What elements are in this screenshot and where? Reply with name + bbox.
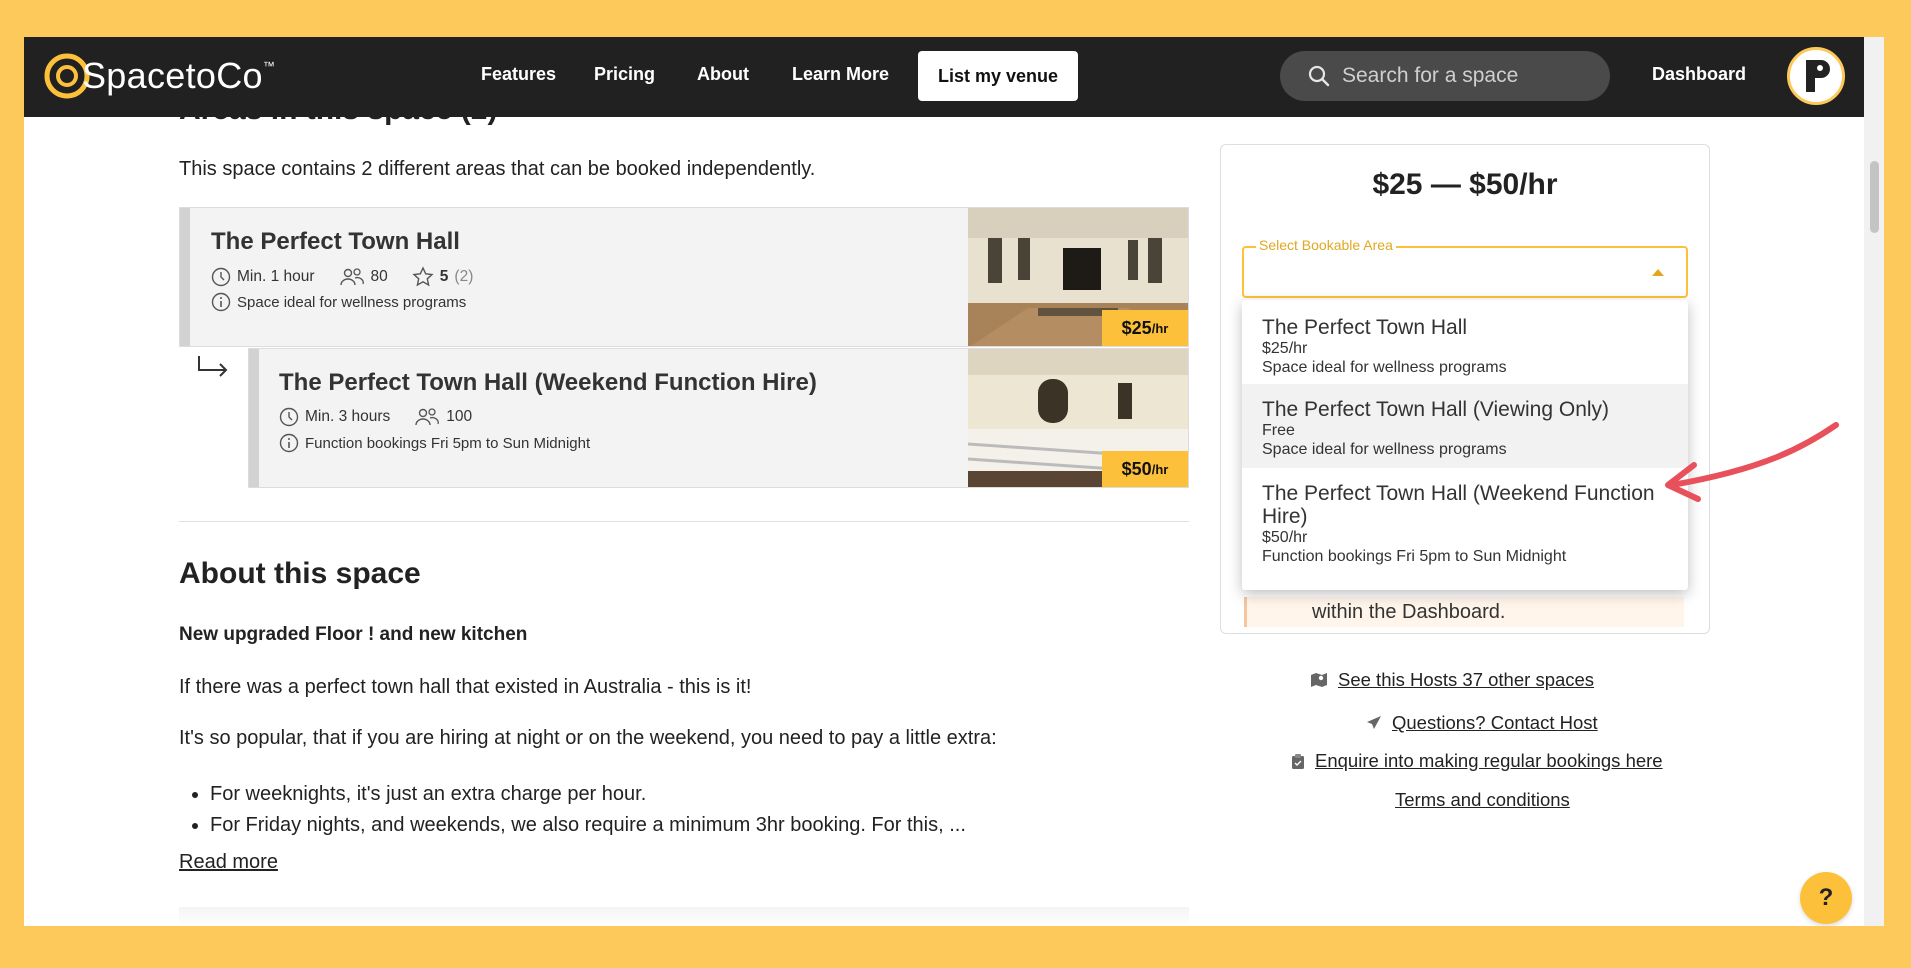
read-more-link[interactable]: Read more [179,851,278,874]
price-tag: $50/hr [1102,451,1188,487]
top-navigation: SpacetoCo™ Features Pricing About Learn … [24,37,1864,117]
dropdown-option-town-hall[interactable]: The Perfect Town Hall $25/hr Space ideal… [1242,300,1688,384]
dropdown-option-viewing-only[interactable]: The Perfect Town Hall (Viewing Only) Fre… [1242,384,1688,468]
option-price: $25/hr [1262,340,1308,357]
section-divider [179,521,1189,522]
people-icon [339,267,365,287]
search-input[interactable] [1342,64,1582,88]
option-description: Function bookings Fri 5pm to Sun Midnigh… [1262,548,1567,565]
sub-area-arrow-icon [198,356,228,377]
help-button[interactable]: ? [1800,872,1852,924]
send-icon [1366,715,1382,731]
area-photo-hall[interactable]: $25/hr [968,208,1188,346]
area-card-weekend-hire[interactable]: The Perfect Town Hall (Weekend Function … [248,348,1189,488]
people-icon [414,407,440,427]
terms-link[interactable]: Terms and conditions [1395,789,1570,811]
area-meta: Min. 1 hour 80 5 (2) [211,266,473,288]
note-text: within the Dashboard. [1312,601,1506,623]
area-description: Space ideal for wellness programs [211,292,466,312]
price-range: $25 — $50/hr [1372,168,1558,201]
area-title: The Perfect Town Hall (Weekend Function … [279,369,817,396]
capacity: 80 [370,268,388,285]
area-meta: Min. 3 hours 100 [279,407,472,427]
info-icon [279,433,299,453]
option-description: Space ideal for wellness programs [1262,359,1507,376]
user-avatar[interactable] [1787,47,1845,105]
list-my-venue-button[interactable]: List my venue [918,51,1078,101]
bottom-fade [179,907,1189,926]
option-description: Space ideal for wellness programs [1262,441,1507,458]
chevron-up-icon[interactable] [1652,269,1664,276]
option-title: The Perfect Town Hall [1262,316,1468,339]
about-heading: About this space [179,557,421,590]
capacity: 100 [446,408,473,425]
price-tag: $25/hr [1102,310,1188,346]
nav-about[interactable]: About [697,64,749,85]
annotation-arrow-icon [1665,422,1839,502]
avatar-icon [1806,60,1830,92]
bookable-area-select[interactable] [1242,246,1688,298]
search-bar[interactable] [1280,51,1610,101]
contact-host-link[interactable]: Questions? Contact Host [1366,712,1598,734]
review-count: (2) [454,268,474,285]
card-accent-bar [180,208,190,346]
option-title: The Perfect Town Hall (Viewing Only) [1262,398,1610,421]
option-price: $50/hr [1262,529,1308,546]
card-accent-bar [249,349,259,487]
star-icon [412,266,434,288]
about-subheading: New upgraded Floor ! and new kitchen [179,624,528,645]
nav-pricing[interactable]: Pricing [594,64,655,85]
info-icon [211,292,231,312]
clock-icon [211,267,231,287]
areas-intro: This space contains 2 different areas th… [179,158,816,180]
select-label: Select Bookable Area [1256,237,1396,253]
list-item: For Friday nights, and weekends, we also… [210,810,966,841]
nav-learn-more[interactable]: Learn More [792,64,889,85]
area-card-town-hall[interactable]: The Perfect Town Hall Min. 1 hour 80 5 (… [179,207,1189,347]
rating: 5 [439,268,449,285]
clipboard-icon [1291,753,1305,770]
other-spaces-link[interactable]: See this Hosts 37 other spaces [1310,669,1594,691]
about-list: For weeknights, it's just an extra charg… [210,779,966,841]
clock-icon [279,407,299,427]
nav-features[interactable]: Features [481,64,556,85]
min-duration: Min. 3 hours [305,408,391,425]
map-icon [1310,671,1328,689]
about-paragraph: It's so popular, that if you are hiring … [179,727,997,749]
area-photo-function[interactable]: $50/hr [968,349,1188,487]
about-paragraph: If there was a perfect town hall that ex… [179,676,752,698]
nav-dashboard[interactable]: Dashboard [1652,64,1746,85]
logo[interactable]: SpacetoCo™ [44,47,275,105]
logo-text: SpacetoCo™ [82,55,276,96]
browser-viewport: SpacetoCo™ Features Pricing About Learn … [24,37,1884,926]
option-price: Free [1262,422,1295,439]
area-title: The Perfect Town Hall [211,228,460,255]
search-icon [1308,65,1330,87]
list-item: For weeknights, it's just an extra charg… [210,779,966,810]
min-duration: Min. 1 hour [237,268,315,285]
option-title: The Perfect Town Hall (Weekend Function [1262,482,1655,505]
area-dropdown-menu: The Perfect Town Hall $25/hr Space ideal… [1242,300,1688,590]
dropdown-option-weekend-hire[interactable]: The Perfect Town Hall (Weekend Function … [1242,468,1688,590]
scrollbar-thumb[interactable] [1870,161,1879,233]
area-description: Function bookings Fri 5pm to Sun Midnigh… [279,433,590,453]
option-title-cont: Hire) [1262,505,1308,528]
regular-bookings-link[interactable]: Enquire into making regular bookings her… [1291,750,1663,772]
